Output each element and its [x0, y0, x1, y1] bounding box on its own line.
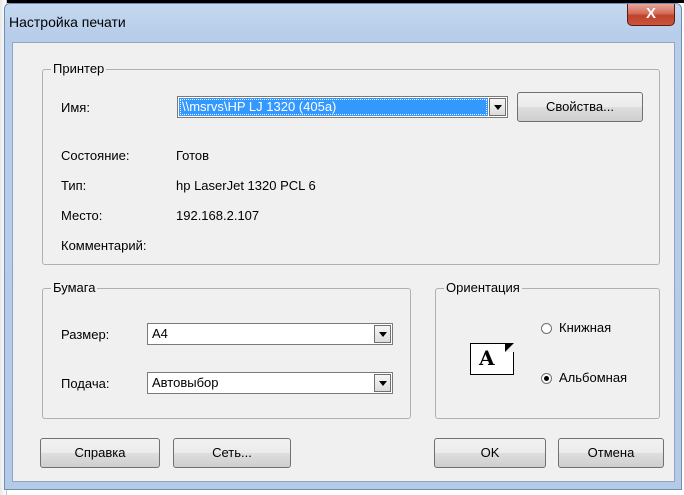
printer-name-value: \\msrvs\HP LJ 1320 (405a): [179, 98, 488, 116]
comment-label: Комментарий:: [61, 238, 147, 253]
paper-source-value: Автовыбор: [152, 375, 219, 390]
orientation-group: Ориентация A Книжная Альбомная: [435, 280, 660, 419]
paper-size-label: Размер:: [61, 327, 110, 342]
chevron-down-icon[interactable]: [374, 325, 391, 343]
properties-button[interactable]: Свойства...: [517, 92, 643, 122]
paper-size-select[interactable]: A4: [147, 323, 393, 345]
printer-group-legend: Принтер: [51, 61, 107, 76]
place-label: Место:: [61, 208, 103, 223]
dialog-title: Настройка печати: [9, 14, 126, 30]
paper-group-legend: Бумага: [51, 280, 98, 295]
portrait-label[interactable]: Книжная: [559, 320, 611, 335]
orientation-glyph: A: [479, 346, 495, 370]
ok-button[interactable]: OK: [434, 438, 546, 468]
printer-group: Принтер Имя: \\msrvs\HP LJ 1320 (405a) С…: [42, 61, 660, 265]
paper-source-label: Подача:: [61, 376, 110, 391]
orientation-group-legend: Ориентация: [444, 280, 522, 295]
type-value: hp LaserJet 1320 PCL 6: [176, 178, 316, 193]
paper-source-select[interactable]: Автовыбор: [147, 372, 393, 394]
paper-size-value: A4: [152, 326, 168, 341]
type-label: Тип:: [61, 178, 87, 193]
paper-group: Бумага Размер: A4 Подача: Автовыбор: [42, 280, 411, 419]
printer-name-select[interactable]: \\msrvs\HP LJ 1320 (405a): [177, 96, 508, 118]
printer-name-label: Имя:: [61, 100, 90, 115]
close-button[interactable]: X: [627, 4, 675, 26]
orientation-preview-icon: A: [470, 342, 515, 375]
network-button[interactable]: Сеть...: [173, 438, 291, 468]
help-button[interactable]: Справка: [40, 438, 160, 468]
chevron-down-icon[interactable]: [489, 98, 506, 116]
chevron-down-icon[interactable]: [374, 374, 391, 392]
print-setup-dialog: Настройка печати X Принтер Имя: \\msrvs\…: [4, 3, 682, 490]
landscape-label[interactable]: Альбомная: [559, 370, 627, 385]
cancel-button[interactable]: Отмена: [558, 438, 664, 468]
dialog-client-area: Принтер Имя: \\msrvs\HP LJ 1320 (405a) С…: [12, 42, 675, 482]
place-value: 192.168.2.107: [176, 208, 260, 223]
page-corner-icon: [505, 343, 514, 352]
status-value: Готов: [176, 148, 210, 163]
status-label: Состояние:: [61, 148, 130, 163]
landscape-radio[interactable]: [541, 373, 552, 384]
portrait-radio[interactable]: [541, 323, 552, 334]
